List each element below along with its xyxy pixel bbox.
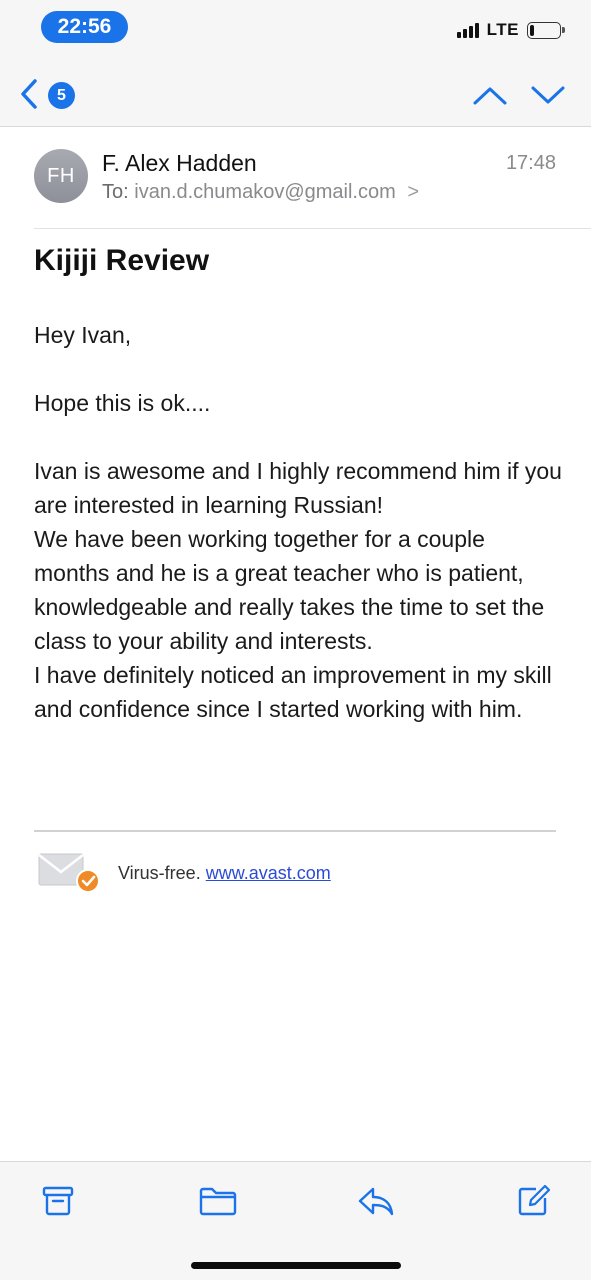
next-message-button[interactable] bbox=[528, 80, 568, 110]
compose-button[interactable] bbox=[516, 1184, 552, 1218]
body-paragraph: Ivan is awesome and I highly recommend h… bbox=[34, 458, 562, 518]
body-line: Hope this is ok.... bbox=[34, 390, 211, 416]
archive-icon bbox=[42, 1186, 74, 1216]
message-body: Hey Ivan, Hope this is ok.... Ivan is aw… bbox=[34, 318, 564, 726]
status-bar: 22:56 LTE bbox=[0, 0, 591, 60]
status-time: 22:56 bbox=[41, 11, 128, 43]
status-indicators: LTE bbox=[456, 20, 565, 40]
greeting: Hey Ivan, bbox=[34, 322, 132, 348]
nav-bar: 5 bbox=[0, 60, 591, 127]
virus-free-note: Virus-free. www.avast.com bbox=[118, 863, 331, 884]
signature-divider bbox=[34, 830, 556, 832]
network-type: LTE bbox=[486, 20, 519, 39]
header-divider bbox=[34, 228, 591, 229]
message-time: 17:48 bbox=[505, 152, 556, 174]
signal-icon bbox=[456, 22, 479, 38]
chevron-up-icon bbox=[473, 87, 507, 105]
battery-level bbox=[530, 24, 534, 36]
battery-icon bbox=[527, 21, 565, 39]
to-label: To: bbox=[102, 181, 129, 203]
unread-count-badge: 5 bbox=[48, 82, 75, 109]
archive-button[interactable] bbox=[40, 1184, 76, 1218]
recipient-line[interactable]: To: ivan.d.chumakov@gmail.com > bbox=[102, 181, 419, 204]
sender-name[interactable]: F. Alex Hadden bbox=[102, 150, 257, 177]
body-paragraph: We have been working together for a coup… bbox=[34, 526, 545, 654]
home-indicator[interactable] bbox=[191, 1262, 401, 1269]
reply-icon bbox=[358, 1187, 394, 1216]
virus-free-label: Virus-free. bbox=[118, 863, 201, 883]
body-paragraph: I have definitely noticed an improvement… bbox=[34, 662, 552, 722]
message-subject: Kijiji Review bbox=[34, 244, 210, 277]
avast-mail-icon bbox=[38, 852, 102, 894]
sender-avatar[interactable]: FH bbox=[34, 149, 88, 203]
chevron-down-icon bbox=[531, 86, 565, 104]
avast-link[interactable]: www.avast.com bbox=[206, 863, 331, 883]
previous-message-button[interactable] bbox=[470, 80, 510, 110]
chevron-left-icon bbox=[21, 79, 37, 109]
folder-icon bbox=[199, 1187, 237, 1216]
recipient-address: ivan.d.chumakov@gmail.com bbox=[134, 181, 396, 203]
chevron-right-icon: > bbox=[407, 181, 420, 203]
back-button[interactable]: 5 bbox=[14, 76, 84, 112]
move-to-folder-button[interactable] bbox=[198, 1184, 238, 1218]
reply-button[interactable] bbox=[356, 1184, 396, 1218]
compose-icon bbox=[518, 1184, 551, 1216]
